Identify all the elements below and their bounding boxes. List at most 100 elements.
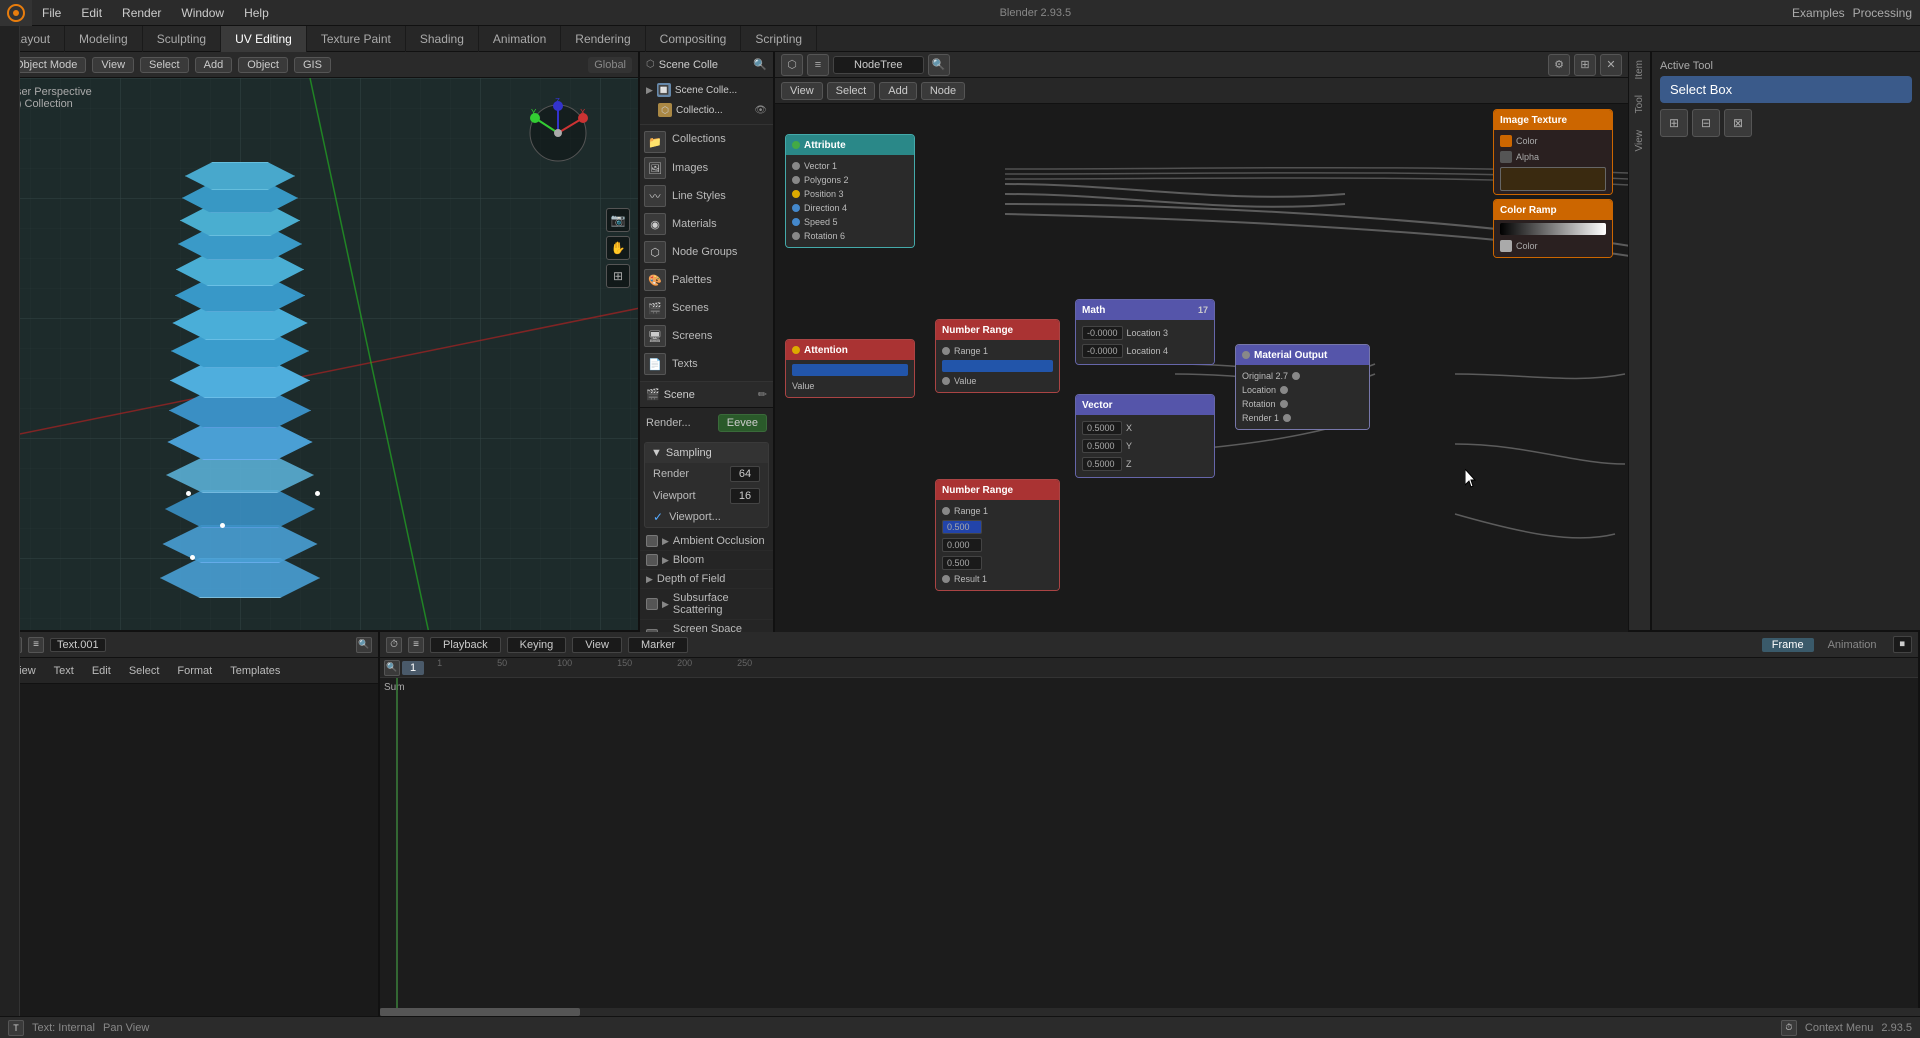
text-search-icon[interactable]: 🔍	[356, 637, 372, 653]
tab-uv-editing[interactable]: UV Editing	[221, 26, 307, 52]
prop-icon-screens[interactable]: 🖥	[644, 325, 666, 347]
attribute-node[interactable]: Attribute Vector 1 Polygons 2 Position 3…	[785, 134, 915, 248]
orange-node-1[interactable]: Image Texture Color Alpha	[1493, 109, 1613, 195]
text-menu-select[interactable]: Select	[121, 663, 168, 679]
viewport-object-btn[interactable]: Object	[238, 57, 288, 73]
tab-sculpting[interactable]: Sculpting	[143, 26, 221, 52]
linestyles-label: Line Styles	[668, 188, 730, 204]
sidebar-tab-tool[interactable]: Tool	[1630, 87, 1649, 121]
select-box-label[interactable]: Select Box	[1660, 76, 1912, 103]
node-view-btn[interactable]: View	[781, 82, 823, 100]
tool-icon-3[interactable]: ⊠	[1724, 109, 1752, 137]
attention-node[interactable]: Attention Value	[785, 339, 915, 398]
tool-icon-1[interactable]: ⊞	[1660, 109, 1688, 137]
playback-btn[interactable]: Playback	[430, 637, 501, 653]
mo-socket-left	[1242, 351, 1250, 359]
stop-icon[interactable]: ⏹	[1893, 636, 1913, 653]
tab-animation[interactable]: Animation	[479, 26, 561, 52]
prop-icon-linestyles[interactable]: 〰	[644, 185, 666, 207]
sidebar-tab-view[interactable]: View	[1630, 122, 1649, 160]
frame-tab-timeline[interactable]: Frame	[1762, 638, 1814, 652]
viewport-3d[interactable]: Object Mode View Select Add Object GIS G…	[0, 52, 640, 632]
viewport-view-btn[interactable]: View	[92, 57, 134, 73]
text-file-name[interactable]: Text.001	[50, 638, 106, 652]
menu-render[interactable]: Render	[112, 0, 171, 26]
scrollbar-thumb[interactable]	[380, 1008, 580, 1016]
prop-icon-scenes[interactable]: 🎬	[644, 297, 666, 319]
viewport-select-btn[interactable]: Select	[140, 57, 189, 73]
number-range-1-node[interactable]: Number Range Range 1 Value	[935, 319, 1060, 393]
text-menu-text[interactable]: Text	[46, 663, 82, 679]
node-editor-close-icon[interactable]: ✕	[1600, 54, 1622, 76]
sss-checkbox	[646, 598, 658, 610]
collection-item[interactable]: ⬡ Collectio... 👁	[642, 100, 771, 120]
text-menu-format[interactable]: Format	[169, 663, 220, 679]
number-range-2-node[interactable]: Number Range Range 1 0.500 0.000 0.500 R…	[935, 479, 1060, 591]
timeline-scrollbar[interactable]	[380, 1008, 1920, 1016]
mo-header: Material Output	[1236, 345, 1369, 365]
material-output-node[interactable]: Material Output Original 2.7 Location Ro…	[1235, 344, 1370, 430]
viewport-add-btn[interactable]: Add	[195, 57, 233, 73]
ruler-search-icon[interactable]: 🔍	[384, 660, 400, 676]
scene-collection-item[interactable]: ▶ 🔲 Scene Colle...	[642, 80, 771, 100]
timeline-content[interactable]: Sum	[380, 678, 1918, 1038]
tool-icon-2[interactable]: ⊟	[1692, 109, 1720, 137]
keying-btn[interactable]: Keying	[507, 637, 567, 653]
vector-node[interactable]: Vector 0.5000 X 0.5000 Y 0.5000 Z	[1075, 394, 1215, 478]
node-select-btn[interactable]: Select	[827, 82, 876, 100]
tab-compositing[interactable]: Compositing	[646, 26, 742, 52]
node-node-btn[interactable]: Node	[921, 82, 965, 100]
menu-window[interactable]: Window	[171, 0, 234, 26]
bloom-item[interactable]: ▶ Bloom	[640, 551, 773, 570]
prop-icon-palettes[interactable]: 🎨	[644, 269, 666, 291]
sss-item[interactable]: ▶ Subsurface Scattering	[640, 589, 773, 620]
math-header: Math 17	[1076, 300, 1214, 320]
node-editor-search-icon[interactable]: 🔍	[928, 54, 950, 76]
sidebar-tab-item[interactable]: Item	[1630, 52, 1649, 87]
viewport-3d-content[interactable]: X Y Z User Perspective	[0, 78, 638, 632]
view-btn[interactable]: View	[572, 637, 622, 653]
render-samples-value[interactable]: 64	[730, 466, 760, 482]
eevee-btn[interactable]: Eevee	[718, 414, 767, 432]
tab-shading[interactable]: Shading	[406, 26, 479, 52]
viewport-cursor-icon[interactable]: ✋	[606, 236, 630, 260]
prop-icon-images[interactable]: 🖼	[644, 157, 666, 179]
outliner-filter-icon[interactable]: 🔍	[753, 58, 767, 71]
nav-gizmo[interactable]: X Y Z	[523, 98, 593, 168]
tab-rendering[interactable]: Rendering	[561, 26, 645, 52]
prop-icon-texts[interactable]: 📄	[644, 353, 666, 375]
orange-node-2[interactable]: Color Ramp Color	[1493, 199, 1613, 258]
menu-edit[interactable]: Edit	[71, 0, 112, 26]
node-add-btn[interactable]: Add	[879, 82, 917, 100]
prop-icon-collections[interactable]: 📁	[644, 131, 666, 153]
marker-btn[interactable]: Marker	[628, 637, 688, 653]
nodetree-selector[interactable]: NodeTree	[833, 56, 924, 74]
viewport-grid-icon[interactable]: ⊞	[606, 264, 630, 288]
text-menu-edit[interactable]: Edit	[84, 663, 119, 679]
text-menu-templates[interactable]: Templates	[222, 663, 288, 679]
prop-icon-nodegroups[interactable]: ⬡	[644, 241, 666, 263]
tab-scripting[interactable]: Scripting	[741, 26, 817, 52]
menu-help[interactable]: Help	[234, 0, 279, 26]
node-editor-type-icon[interactable]: ⬡	[781, 54, 803, 76]
prop-icon-materials[interactable]: ◉	[644, 213, 666, 235]
viewport-samples-value[interactable]: 16	[730, 488, 760, 504]
node-editor-mode-icon[interactable]: ≡	[807, 54, 829, 76]
tab-modeling[interactable]: Modeling	[65, 26, 143, 52]
dof-item[interactable]: ▶ Depth of Field	[640, 570, 773, 589]
math-node[interactable]: Math 17 -0.0000 Location 3 -0.0000 Locat…	[1075, 299, 1215, 365]
node-editor-settings-icon[interactable]: ⚙	[1548, 54, 1570, 76]
animation-tab-timeline[interactable]: Animation	[1818, 638, 1887, 652]
node-editor-content[interactable]: Attribute Vector 1 Polygons 2 Position 3…	[775, 104, 1628, 632]
viewport-camera-icon[interactable]: 📷	[606, 208, 630, 232]
node-editor[interactable]: ⬡ ≡ NodeTree 🔍 ⚙ ⊞ ✕ View Select	[775, 52, 1628, 632]
node-editor-fullscreen-icon[interactable]: ⊞	[1574, 54, 1596, 76]
viewport-gis-btn[interactable]: GIS	[294, 57, 331, 73]
menu-file[interactable]: File	[32, 0, 71, 26]
ssr-item[interactable]: ▶ Screen Space Refl...	[640, 620, 773, 632]
tab-texture-paint[interactable]: Texture Paint	[307, 26, 406, 52]
ambient-occlusion-item[interactable]: ▶ Ambient Occlusion	[640, 532, 773, 551]
scene-edit-icon[interactable]: ✏	[758, 388, 767, 401]
text-editor-content[interactable]: 1	[0, 684, 378, 1016]
current-frame-display[interactable]: 1	[402, 661, 424, 675]
